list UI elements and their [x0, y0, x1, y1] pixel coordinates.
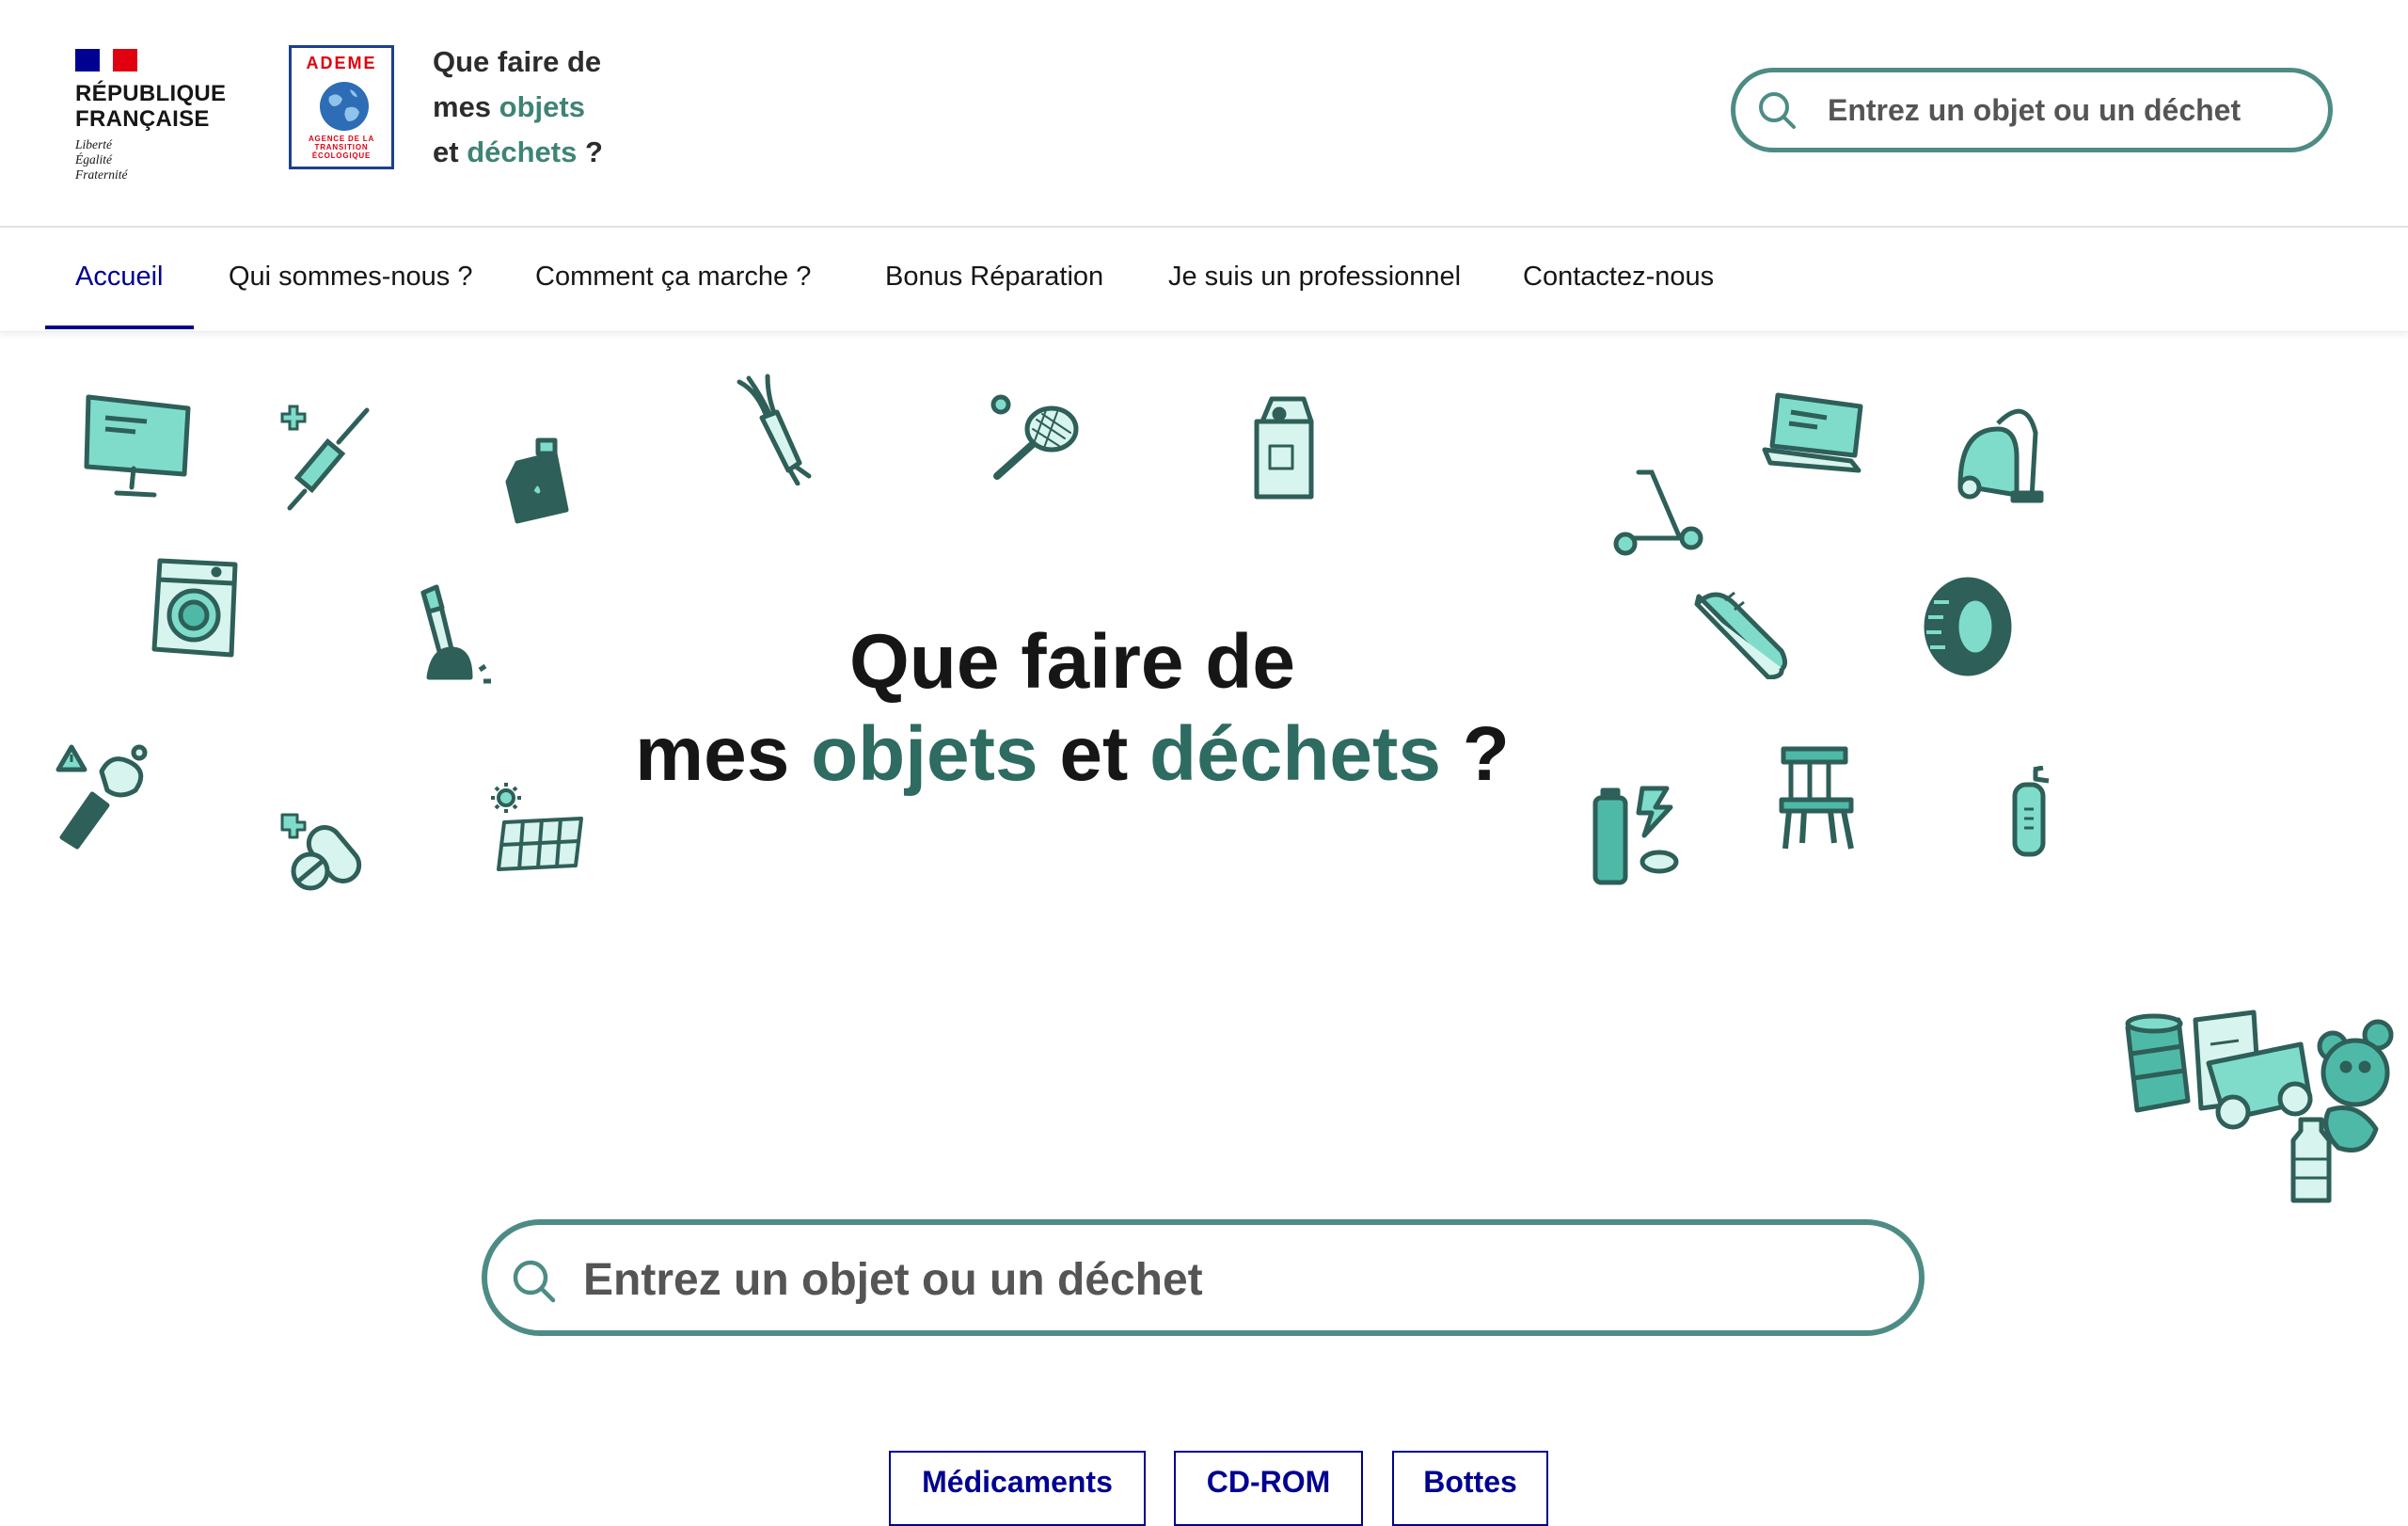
globe-icon [320, 82, 369, 131]
suggestion-chip-cd-rom[interactable]: CD-ROM [1174, 1451, 1363, 1526]
site-title-text: et [433, 135, 467, 168]
republique-line: RÉPUBLIQUE [75, 81, 227, 106]
hero-title-line-1: Que faire de [849, 618, 1295, 705]
site-title-line-2: mes objets [433, 85, 603, 130]
hero-title: Que faire de mes objets et déchets ? [527, 616, 1618, 801]
site-header: RÉPUBLIQUE FRANÇAISE Liberté Égalité Fra… [0, 0, 2408, 228]
hazardous-spray-icon [55, 744, 148, 850]
republique-francaise-name: RÉPUBLIQUE FRANÇAISE [75, 81, 235, 132]
motto: Liberté Égalité Fraternité [75, 137, 235, 183]
suggestion-chips: Médicaments CD-ROM Bottes [0, 1451, 2408, 1526]
nav-item-bonus-reparation[interactable]: Bonus Réparation [885, 228, 1103, 329]
hero-title-text: et [1038, 710, 1150, 797]
washing-machine-icon [151, 558, 238, 658]
nav-item-contactez-nous[interactable]: Contactez-nous [1523, 228, 1714, 329]
site-title-highlight: objets [499, 90, 585, 123]
site-title[interactable]: Que faire de mes objets et déchets ? [433, 40, 603, 175]
chair-icon [1779, 746, 1854, 850]
ademe-subtitle-line: AGENCE DE LA [308, 135, 375, 143]
waste-pile-icon [2125, 1009, 2394, 1203]
cigarette-icon [420, 584, 491, 684]
republique-francaise-logo[interactable]: RÉPUBLIQUE FRANÇAISE Liberté Égalité Fra… [75, 49, 235, 183]
header-search-input[interactable] [1826, 84, 2300, 136]
nav-item-comment-ca-marche[interactable]: Comment ça marche ? [535, 228, 811, 329]
header-search-bar[interactable] [1731, 68, 2333, 152]
main-navigation: Accueil Qui sommes-nous ? Comment ça mar… [0, 228, 2408, 332]
fire-extinguisher-icon [2012, 766, 2050, 857]
nav-item-accueil[interactable]: Accueil [45, 228, 193, 329]
search-icon [1759, 92, 1796, 129]
monitor-icon [84, 394, 191, 498]
oil-can-icon [505, 437, 569, 524]
hero-title-line-2: mes objets et déchets ? [527, 708, 1618, 801]
pills-icon [280, 813, 362, 891]
ademe-logo-subtitle: AGENCE DE LA TRANSITION ÉCOLOGIQUE [295, 135, 388, 160]
vacuum-cleaner-icon [1957, 408, 2044, 503]
hero-title-text: ? [1440, 710, 1510, 797]
laptop-icon [1762, 392, 1863, 473]
site-title-highlight: déchets [467, 135, 578, 168]
suggestion-chip-bottes[interactable]: Bottes [1392, 1451, 1548, 1526]
site-title-text: ? [577, 135, 603, 168]
milk-carton-icon [1254, 396, 1314, 500]
scooter-icon [1613, 469, 1703, 556]
site-title-text: Que faire de [433, 45, 602, 78]
site-title-line-3: et déchets ? [433, 130, 603, 175]
badminton-racket-icon [990, 394, 1079, 480]
main-search-input[interactable] [581, 1246, 1883, 1313]
francaise-line: FRANÇAISE [75, 106, 210, 132]
hero-title-highlight: déchets [1149, 710, 1441, 797]
hero-title-text: mes [635, 710, 812, 797]
nav-item-je-suis-un-professionnel[interactable]: Je suis un professionnel [1168, 228, 1461, 329]
hero-title-highlight: objets [811, 710, 1038, 797]
sneaker-icon [1694, 591, 1788, 679]
main-search-bar[interactable] [482, 1219, 1925, 1336]
nav-item-qui-sommes-nous[interactable]: Qui sommes-nous ? [229, 228, 473, 329]
motto-fraternite: Fraternité [75, 167, 128, 182]
motto-egalite: Égalité [75, 152, 112, 167]
french-flag-icon [75, 49, 137, 72]
site-title-text: mes [433, 90, 499, 123]
motto-liberte: Liberté [75, 137, 112, 151]
ademe-logo-title: ADEME [306, 54, 377, 72]
suggestion-chip-medicaments[interactable]: Médicaments [889, 1451, 1146, 1526]
site-title-line-1: Que faire de [433, 40, 603, 85]
search-icon [513, 1260, 556, 1303]
ademe-subtitle-line: ÉCOLOGIQUE [311, 151, 372, 160]
syringe-icon [280, 405, 370, 511]
ademe-subtitle-line: TRANSITION [314, 143, 369, 151]
ademe-logo[interactable]: ADEME AGENCE DE LA TRANSITION ÉCOLOGIQUE [289, 45, 394, 169]
leek-icon [737, 374, 812, 485]
tire-icon [1924, 577, 2012, 676]
